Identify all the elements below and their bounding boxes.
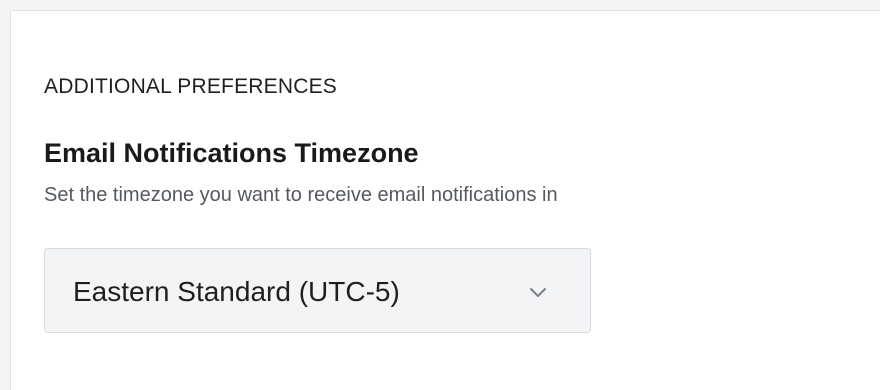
timezone-field-help-text: Set the timezone you want to receive ema… — [44, 184, 558, 206]
timezone-field-title: Email Notifications Timezone — [44, 138, 419, 168]
chevron-down-icon — [527, 281, 549, 303]
section-heading: ADDITIONAL PREFERENCES — [44, 75, 338, 98]
preferences-panel: ADDITIONAL PREFERENCES Email Notificatio… — [10, 10, 880, 390]
timezone-select[interactable]: Eastern Standard (UTC-5) — [44, 248, 591, 333]
timezone-select-value: Eastern Standard (UTC-5) — [73, 276, 400, 307]
